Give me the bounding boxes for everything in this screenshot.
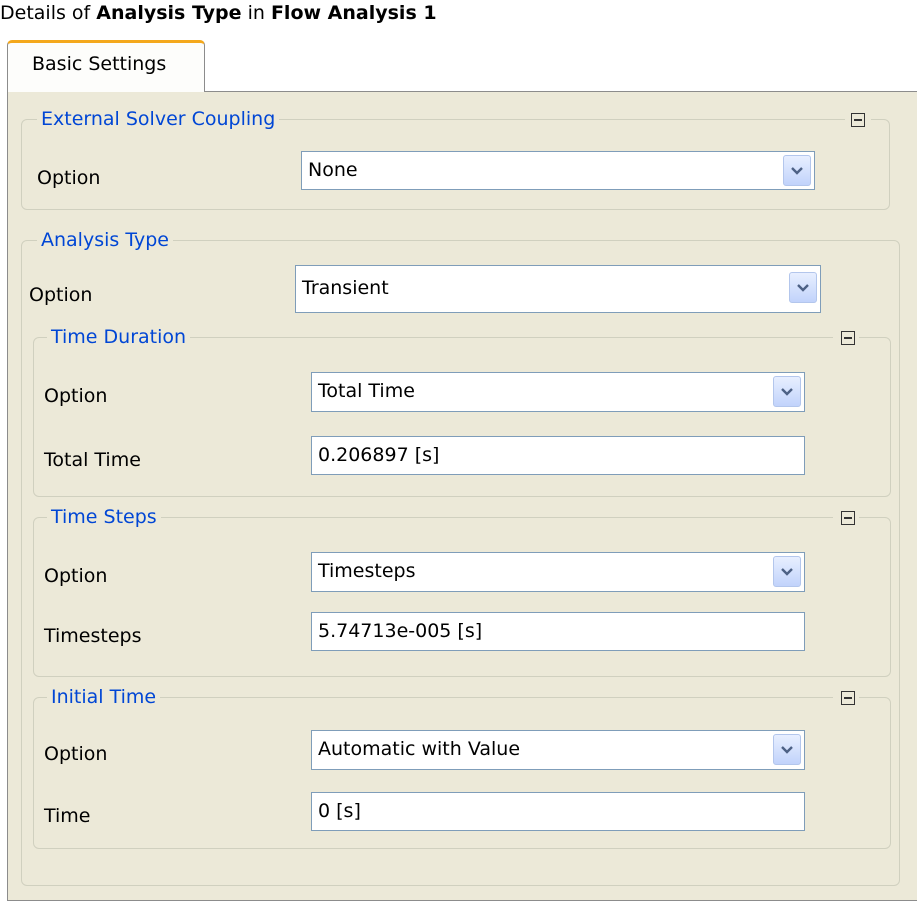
- details-header: Details of Analysis Type in Flow Analysi…: [0, 2, 437, 24]
- analysis-type-option-value: Transient: [302, 277, 389, 299]
- chevron-down-icon[interactable]: [773, 734, 801, 765]
- collapse-button-wrap: [845, 109, 871, 131]
- time-duration-option-label: Option: [44, 385, 108, 407]
- time-steps-option-label: Option: [44, 565, 108, 587]
- legend-time-steps: Time Steps: [47, 506, 161, 528]
- time-steps-option-value: Timesteps: [318, 560, 416, 582]
- chevron-down-icon[interactable]: [773, 376, 801, 407]
- total-time-input[interactable]: 0.206897 [s]: [311, 436, 805, 475]
- collapse-minus-icon[interactable]: [841, 511, 855, 525]
- collapse-button-wrap: [833, 687, 859, 709]
- analysis-type-option-select[interactable]: Transient: [295, 265, 821, 313]
- analysis-type-option-label: Option: [29, 284, 93, 306]
- total-time-label: Total Time: [44, 449, 141, 471]
- collapse-minus-icon[interactable]: [851, 113, 865, 127]
- chevron-down-icon[interactable]: [789, 272, 817, 303]
- group-time-steps: [33, 517, 891, 677]
- header-analysis: Flow Analysis 1: [270, 2, 437, 24]
- tab-basic-settings[interactable]: Basic Settings: [7, 40, 205, 92]
- time-steps-option-select[interactable]: Timesteps: [311, 552, 805, 592]
- collapse-minus-icon[interactable]: [841, 691, 855, 705]
- collapse-button-wrap: [833, 327, 859, 349]
- external-solver-option-label: Option: [37, 167, 101, 189]
- initial-time-option-label: Option: [44, 743, 108, 765]
- tab-label: Basic Settings: [32, 53, 167, 75]
- legend-analysis-type: Analysis Type: [37, 229, 173, 251]
- time-label: Time: [44, 805, 91, 827]
- collapse-minus-icon[interactable]: [841, 331, 855, 345]
- time-input[interactable]: 0 [s]: [311, 792, 805, 831]
- header-prefix: Details of: [0, 2, 97, 24]
- collapse-button-wrap: [833, 507, 859, 529]
- chevron-down-icon[interactable]: [773, 556, 801, 587]
- external-solver-option-select[interactable]: None: [301, 151, 815, 190]
- header-object: Analysis Type: [96, 2, 242, 24]
- legend-time-duration: Time Duration: [47, 326, 191, 348]
- time-duration-option-select[interactable]: Total Time: [311, 372, 805, 412]
- timesteps-input[interactable]: 5.74713e-005 [s]: [311, 612, 805, 651]
- chevron-down-icon[interactable]: [783, 155, 811, 186]
- timesteps-label: Timesteps: [44, 625, 142, 647]
- external-solver-option-value: None: [308, 159, 358, 181]
- settings-panel: External Solver Coupling Option None Ana…: [7, 91, 917, 901]
- legend-initial-time: Initial Time: [47, 686, 161, 708]
- header-mid: in: [241, 2, 271, 24]
- legend-external-solver-coupling: External Solver Coupling: [37, 108, 280, 130]
- initial-time-option-select[interactable]: Automatic with Value: [311, 730, 805, 770]
- time-duration-option-value: Total Time: [318, 380, 415, 402]
- initial-time-option-value: Automatic with Value: [318, 738, 521, 760]
